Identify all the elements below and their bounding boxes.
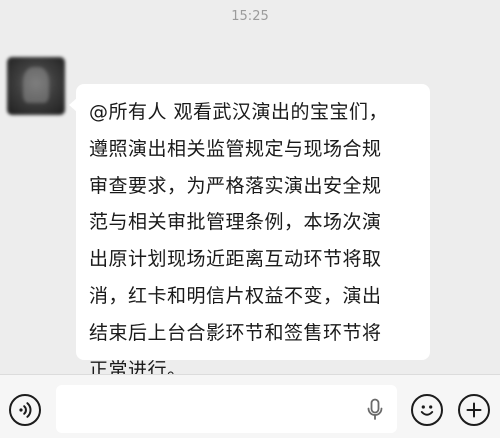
message-line: 结束后上台合影环节和签售环节将 bbox=[89, 321, 382, 344]
voice-icon bbox=[19, 402, 32, 418]
message-line: 出原计划现场近距离互动环节将取 bbox=[89, 248, 382, 271]
emoji-icon bbox=[420, 405, 434, 416]
avatar[interactable] bbox=[7, 57, 65, 115]
avatar-figure bbox=[23, 67, 49, 103]
input-bar bbox=[0, 374, 500, 438]
message-bubble[interactable]: @所有人 观看武汉演出的宝宝们， 遵照演出相关监管规定与现场合规 审查要求，为严… bbox=[69, 84, 430, 381]
plus-button[interactable] bbox=[458, 394, 490, 426]
mic-icon[interactable] bbox=[366, 398, 384, 422]
message-line: 审查要求，为严格落实演出安全规 bbox=[89, 174, 382, 197]
timestamp: 15:25 bbox=[231, 9, 269, 24]
emoji-button[interactable] bbox=[411, 394, 443, 426]
sender-name bbox=[80, 59, 84, 72]
message-line: @所有人 观看武汉演出的宝宝们， bbox=[89, 101, 389, 123]
chat-area: 15:25 @所有人 观看武汉演出的宝宝们， 遵照演出相关监管规定与现场合规 审… bbox=[0, 0, 500, 381]
message-input[interactable] bbox=[56, 385, 397, 433]
message-line: 范与相关审批管理条例，本场次演 bbox=[89, 211, 382, 234]
voice-button[interactable] bbox=[9, 394, 41, 426]
message-line: 消，红卡和明信片权益不变，演出 bbox=[89, 284, 382, 307]
message-line: 遵照演出相关监管规定与现场合规 bbox=[89, 137, 382, 160]
plus-icon bbox=[466, 402, 482, 418]
